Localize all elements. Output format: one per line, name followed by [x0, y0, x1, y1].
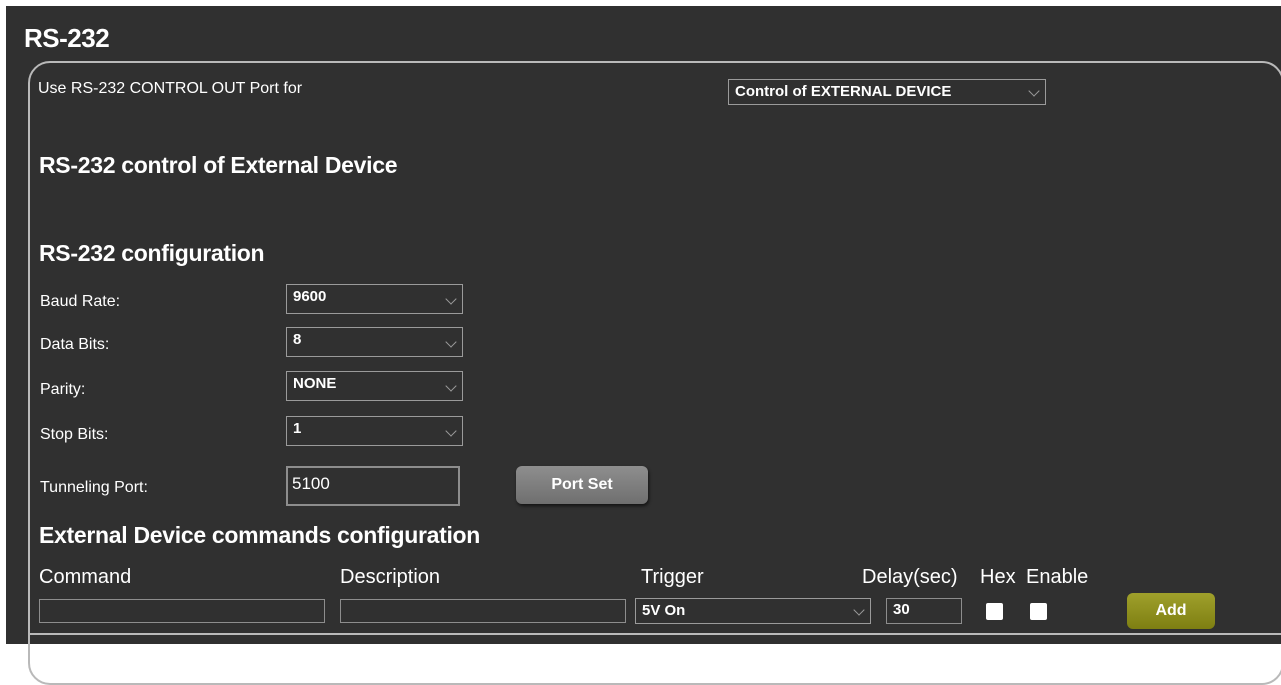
trigger-value: 5V On	[642, 602, 686, 619]
data-bits-value: 8	[293, 331, 302, 348]
port-use-select[interactable]: Control of EXTERNAL DEVICE	[728, 79, 1046, 105]
app-canvas: RS-232 Use RS-232 CONTROL OUT Port for C…	[6, 6, 1281, 685]
col-trigger-header: Trigger	[641, 566, 704, 588]
stop-bits-label: Stop Bits:	[40, 426, 109, 443]
panel-divider	[28, 633, 1281, 635]
chevron-down-icon	[1028, 85, 1040, 97]
col-command-header: Command	[39, 566, 132, 588]
col-hex-header: Hex	[980, 566, 1016, 588]
baud-rate-label: Baud Rate:	[40, 293, 121, 310]
baud-rate-select[interactable]: 9600	[286, 284, 463, 314]
chevron-down-icon	[445, 293, 457, 305]
port-use-selected: Control of EXTERNAL DEVICE	[735, 83, 952, 100]
add-button[interactable]: Add	[1127, 593, 1215, 629]
parity-value: NONE	[293, 375, 337, 392]
baud-rate-value: 9600	[293, 288, 327, 305]
hex-checkbox[interactable]	[986, 603, 1003, 620]
tunneling-port-label: Tunneling Port:	[40, 479, 148, 496]
external-device-heading: RS-232 control of External Device	[39, 152, 398, 178]
data-bits-select[interactable]: 8	[286, 327, 463, 357]
stop-bits-value: 1	[293, 420, 302, 437]
parity-label: Parity:	[40, 381, 86, 398]
port-use-label: Use RS-232 CONTROL OUT Port for	[38, 80, 303, 97]
chevron-down-icon	[853, 604, 865, 616]
tunneling-port-input[interactable]: 5100	[286, 466, 460, 506]
chevron-down-icon	[445, 380, 457, 392]
config-heading: RS-232 configuration	[39, 240, 265, 266]
trigger-select[interactable]: 5V On	[635, 598, 871, 624]
data-bits-label: Data Bits:	[40, 336, 110, 353]
delay-input[interactable]: 30	[886, 598, 962, 624]
parity-select[interactable]: NONE	[286, 371, 463, 401]
port-set-button[interactable]: Port Set	[516, 466, 648, 504]
chevron-down-icon	[445, 425, 457, 437]
col-enable-header: Enable	[1026, 566, 1089, 588]
enable-checkbox[interactable]	[1030, 603, 1047, 620]
stop-bits-select[interactable]: 1	[286, 416, 463, 446]
page-title: RS-232	[24, 23, 110, 53]
col-description-header: Description	[340, 566, 441, 588]
chevron-down-icon	[445, 336, 457, 348]
commands-heading: External Device commands configuration	[39, 522, 481, 548]
description-input[interactable]	[340, 599, 626, 623]
command-input[interactable]	[39, 599, 325, 623]
col-delay-header: Delay(sec)	[862, 566, 958, 588]
